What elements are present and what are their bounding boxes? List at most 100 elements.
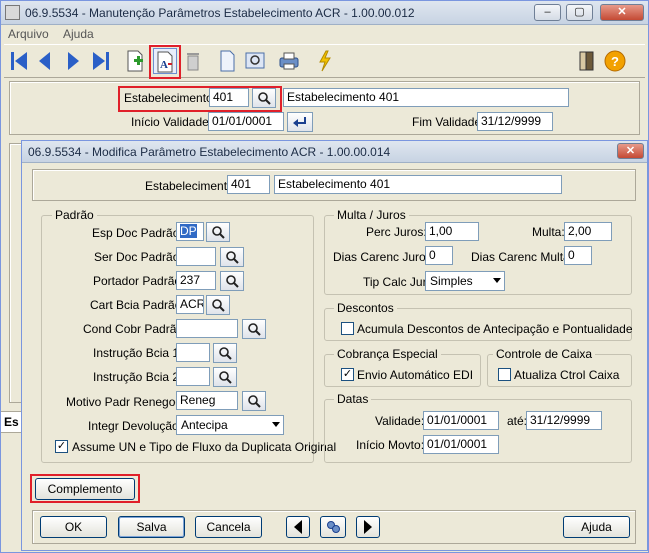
- inicio-validade-label: Início Validade:: [131, 115, 213, 129]
- tip-calc-jur-label: Tip Calc Jur:: [363, 275, 430, 289]
- search-button[interactable]: [320, 516, 346, 538]
- descontos-title: Descontos: [334, 301, 397, 315]
- help-icon[interactable]: ?: [603, 48, 627, 74]
- multa-label: Multa:: [532, 225, 565, 239]
- modify-record-icon[interactable]: A: [153, 48, 177, 74]
- esp-doc-label: Esp Doc Padrão:: [92, 226, 183, 240]
- inicio-movto-label: Início Movto:: [356, 438, 425, 452]
- window-title: 06.9.5534 - Manutenção Parâmetros Estabe…: [25, 6, 415, 20]
- dialog-title-bar: 06.9.5534 - Modifica Parâmetro Estabelec…: [22, 141, 647, 163]
- print-icon[interactable]: [277, 48, 301, 74]
- salva-button[interactable]: Salva: [118, 516, 185, 538]
- validade-to-field[interactable]: 31/12/9999: [526, 411, 602, 430]
- atualiza-ctrol-caixa-checkbox[interactable]: [498, 368, 511, 381]
- assume-un-label: Assume UN e Tipo de Fluxo da Duplicata O…: [72, 440, 337, 454]
- dias-carenc-multa-label: Dias Carenc Multa:: [471, 250, 574, 264]
- fim-validade-field[interactable]: 31/12/9999: [477, 112, 553, 131]
- cond-cobr-label: Cond Cobr Padrão:: [83, 322, 187, 336]
- next-record-icon[interactable]: [61, 48, 85, 74]
- search-record-icon[interactable]: [243, 48, 267, 74]
- dias-carenc-multa-field[interactable]: 0: [564, 246, 592, 265]
- envio-edi-checkbox[interactable]: ✓: [341, 368, 354, 381]
- inicio-movto-field[interactable]: 01/01/0001: [423, 435, 499, 454]
- ser-doc-zoom-button[interactable]: [220, 247, 244, 267]
- svg-text:A: A: [160, 59, 168, 71]
- envio-edi-label: Envio Automático EDI: [357, 368, 474, 382]
- estab-zoom-button[interactable]: [252, 88, 276, 108]
- cond-cobr-zoom-button[interactable]: [242, 319, 266, 339]
- menu-arquivo[interactable]: Arquivo: [8, 27, 49, 41]
- portador-label: Portador Padrão:: [93, 274, 185, 288]
- ajuda-button[interactable]: Ajuda: [563, 516, 630, 538]
- complemento-button[interactable]: Complemento: [35, 478, 135, 500]
- previous-record-icon[interactable]: [33, 48, 57, 74]
- multa-field[interactable]: 2,00: [564, 222, 612, 241]
- estab-code-field[interactable]: 401: [209, 88, 249, 107]
- ser-doc-label: Ser Doc Padrão:: [94, 250, 183, 264]
- maximize-button[interactable]: ▢: [566, 4, 593, 21]
- chevron-down-icon: [493, 278, 501, 283]
- close-button[interactable]: ✕: [600, 4, 644, 21]
- acumula-descontos-label: Acumula Descontos de Antecipação e Pontu…: [357, 322, 633, 336]
- instrucao1-zoom-button[interactable]: [213, 343, 237, 363]
- portador-field[interactable]: 237: [176, 271, 216, 290]
- next-button[interactable]: [356, 516, 380, 538]
- cart-bcia-field[interactable]: ACR: [176, 295, 204, 314]
- cancela-button[interactable]: Cancela: [195, 516, 262, 538]
- integr-devolucao-select[interactable]: Antecipa: [176, 415, 284, 435]
- copy-record-icon[interactable]: [215, 48, 239, 74]
- perc-juros-label: Perc Juros:: [366, 225, 427, 239]
- atualiza-ctrol-caixa-label: Atualiza Ctrol Caixa: [514, 368, 620, 382]
- estab-label: Estabelecimento:: [124, 91, 217, 105]
- delete-record-icon[interactable]: [181, 48, 205, 74]
- previous-button[interactable]: [286, 516, 310, 538]
- instrucao2-zoom-button[interactable]: [213, 367, 237, 387]
- title-bar: 06.9.5534 - Manutenção Parâmetros Estabe…: [1, 1, 648, 25]
- motivo-renegoc-field[interactable]: Reneg: [176, 391, 238, 410]
- menu-ajuda[interactable]: Ajuda: [63, 27, 94, 41]
- esp-doc-field[interactable]: DP: [176, 222, 204, 241]
- tip-calc-jur-value: Simples: [430, 274, 473, 288]
- motivo-renegoc-label: Motivo Padr Renegoc:: [66, 395, 185, 409]
- perc-juros-field[interactable]: 1,00: [425, 222, 479, 241]
- portador-zoom-button[interactable]: [220, 271, 244, 291]
- execute-icon[interactable]: [313, 48, 337, 74]
- dias-carenc-juros-label: Dias Carenc Juros:: [333, 250, 436, 264]
- instrucao2-field[interactable]: [176, 367, 210, 386]
- cond-cobr-field[interactable]: [176, 319, 238, 338]
- ok-button[interactable]: OK: [40, 516, 107, 538]
- first-record-icon[interactable]: [7, 48, 31, 74]
- cobranca-especial-title: Cobrança Especial: [334, 347, 441, 361]
- dias-carenc-juros-field[interactable]: 0: [425, 246, 453, 265]
- controle-caixa-title: Controle de Caixa: [493, 347, 596, 361]
- datas-title: Datas: [334, 392, 372, 406]
- validade-label: Validade:: [375, 414, 425, 428]
- dialog-estab-code-field: 401: [227, 175, 270, 194]
- apply-button[interactable]: [287, 112, 313, 132]
- multa-juros-title: Multa / Juros: [334, 208, 409, 222]
- exit-icon[interactable]: [575, 48, 599, 74]
- estab-name-field: Estabelecimento 401: [283, 88, 569, 107]
- dialog-close-button[interactable]: ✕: [617, 143, 644, 159]
- cart-bcia-zoom-button[interactable]: [206, 295, 230, 315]
- integr-devolucao-value: Antecipa: [181, 418, 228, 432]
- instrucao1-field[interactable]: [176, 343, 210, 362]
- validade-from-field[interactable]: 01/01/0001: [423, 411, 499, 430]
- last-record-icon[interactable]: [89, 48, 113, 74]
- acumula-descontos-checkbox[interactable]: [341, 322, 354, 335]
- svg-text:?: ?: [611, 54, 619, 69]
- inicio-validade-field[interactable]: 01/01/0001: [208, 112, 284, 131]
- minimize-button[interactable]: –: [534, 4, 561, 21]
- motivo-renegoc-zoom-button[interactable]: [242, 391, 266, 411]
- tip-calc-jur-select[interactable]: Simples: [425, 271, 505, 291]
- add-record-icon[interactable]: [123, 48, 147, 74]
- fim-validade-label: Fim Validade:: [412, 115, 485, 129]
- outer-grid-label: Es: [4, 415, 19, 429]
- assume-un-checkbox[interactable]: ✓: [55, 440, 68, 453]
- integr-devolucao-label: Integr Devolução:: [88, 419, 183, 433]
- ser-doc-field[interactable]: [176, 247, 216, 266]
- modify-dialog: 06.9.5534 - Modifica Parâmetro Estabelec…: [21, 140, 648, 551]
- cart-bcia-label: Cart Bcia Padrão:: [90, 298, 185, 312]
- app-icon: [5, 5, 20, 20]
- esp-doc-zoom-button[interactable]: [206, 222, 230, 242]
